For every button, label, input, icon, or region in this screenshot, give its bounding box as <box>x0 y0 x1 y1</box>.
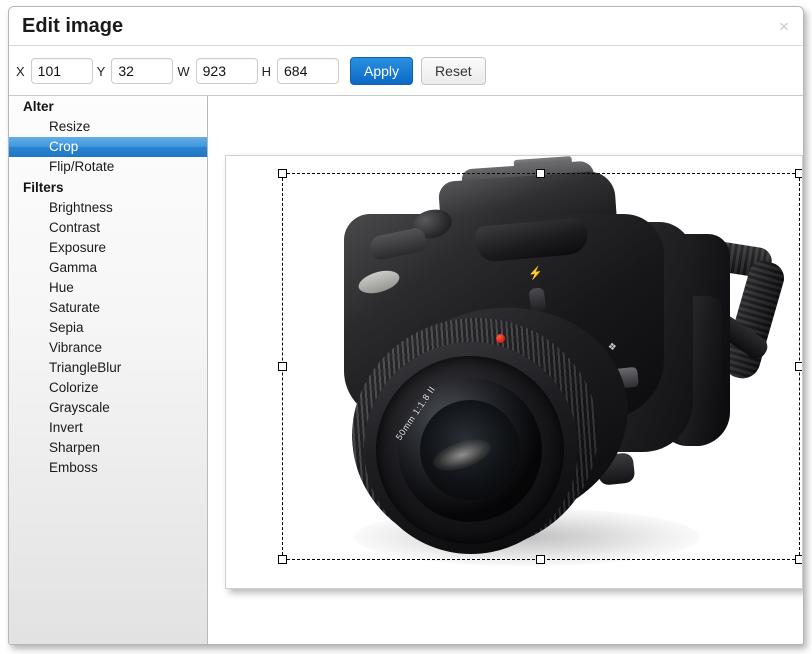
sidebar-item-invert[interactable]: Invert <box>9 418 207 438</box>
sidebar-item-emboss[interactable]: Emboss <box>9 458 207 478</box>
sidebar-item-contrast[interactable]: Contrast <box>9 218 207 238</box>
lens-mount-red-dot <box>496 334 505 343</box>
x-input[interactable] <box>30 58 93 84</box>
sidebar-item-saturate[interactable]: Saturate <box>9 298 207 318</box>
height-input[interactable] <box>277 58 340 84</box>
sidebar-item-crop[interactable]: Crop <box>9 137 207 157</box>
sidebar-item-flip-rotate[interactable]: Flip/Rotate <box>9 157 207 177</box>
sidebar-item-hue[interactable]: Hue <box>9 278 207 298</box>
crop-toolbar: X Y W H Apply Reset <box>9 47 803 96</box>
apply-button[interactable]: Apply <box>350 57 414 85</box>
close-icon[interactable]: × <box>773 16 795 38</box>
height-field-label: H <box>261 63 272 79</box>
sidebar-item-colorize[interactable]: Colorize <box>9 378 207 398</box>
crop-handle-e[interactable] <box>795 361 802 371</box>
height-field-group: H <box>258 58 340 84</box>
crop-handle-w[interactable] <box>278 361 287 371</box>
crop-handle-n[interactable] <box>536 169 545 178</box>
y-input[interactable] <box>111 58 174 84</box>
exposure-icon: ❖ <box>607 341 618 354</box>
sidebar-item-brightness[interactable]: Brightness <box>9 198 207 218</box>
y-field-group: Y <box>93 58 174 84</box>
width-field-label: W <box>177 63 190 79</box>
sidebar-item-sepia[interactable]: Sepia <box>9 318 207 338</box>
flash-icon: ⚡ <box>527 265 544 281</box>
edit-image-screen: Edit image × X Y W H Apply Reset <box>0 0 812 654</box>
sidebar-item-resize[interactable]: Resize <box>9 117 207 137</box>
width-input[interactable] <box>195 58 258 84</box>
source-image: ⚡ ❖ 50mm 1:1.8 II <box>226 156 802 588</box>
sidebar-item-grayscale[interactable]: Grayscale <box>9 398 207 418</box>
x-field-group: X <box>16 58 93 84</box>
width-field-group: W <box>173 58 258 84</box>
sidebar-item-exposure[interactable]: Exposure <box>9 238 207 258</box>
sidebar-item-vibrance[interactable]: Vibrance <box>9 338 207 358</box>
crop-handle-ne[interactable] <box>795 169 802 178</box>
dialog-titlebar: Edit image × <box>9 7 803 46</box>
sidebar-item-sharpen[interactable]: Sharpen <box>9 438 207 458</box>
y-field-label: Y <box>96 63 106 79</box>
dialog-body: Alter Resize Crop Flip/Rotate Filters Brightn… <box>9 96 803 644</box>
image-frame: ⚡ ❖ 50mm 1:1.8 II <box>225 155 803 589</box>
reset-button[interactable]: Reset <box>421 57 486 85</box>
sidebar-group-title: Filters <box>23 180 64 195</box>
sidebar-group-title: Alter <box>23 99 54 114</box>
tools-sidebar: Alter Resize Crop Flip/Rotate Filters Brightn… <box>9 96 208 644</box>
sidebar-item-gamma[interactable]: Gamma <box>9 258 207 278</box>
sidebar-item-triangleblur[interactable]: TriangleBlur <box>9 358 207 378</box>
x-field-label: X <box>16 63 25 79</box>
page-title: Edit image <box>22 15 124 37</box>
image-canvas-panel[interactable]: ⚡ ❖ 50mm 1:1.8 II <box>209 96 803 644</box>
crop-handle-sw[interactable] <box>278 555 287 564</box>
crop-handle-nw[interactable] <box>278 169 287 178</box>
crop-handle-se[interactable] <box>795 555 802 564</box>
edit-image-dialog: Edit image × X Y W H Apply Reset <box>8 6 804 645</box>
crop-handle-s[interactable] <box>536 555 545 564</box>
